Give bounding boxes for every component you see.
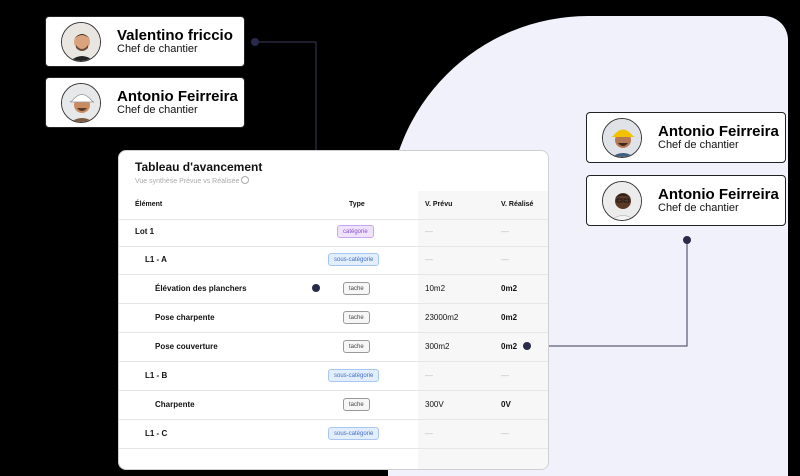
connector-dots bbox=[251, 38, 691, 350]
connector-dot bbox=[683, 236, 691, 244]
connector-dot bbox=[251, 38, 259, 46]
connector-dot bbox=[312, 284, 320, 292]
connector-dot bbox=[523, 342, 531, 350]
